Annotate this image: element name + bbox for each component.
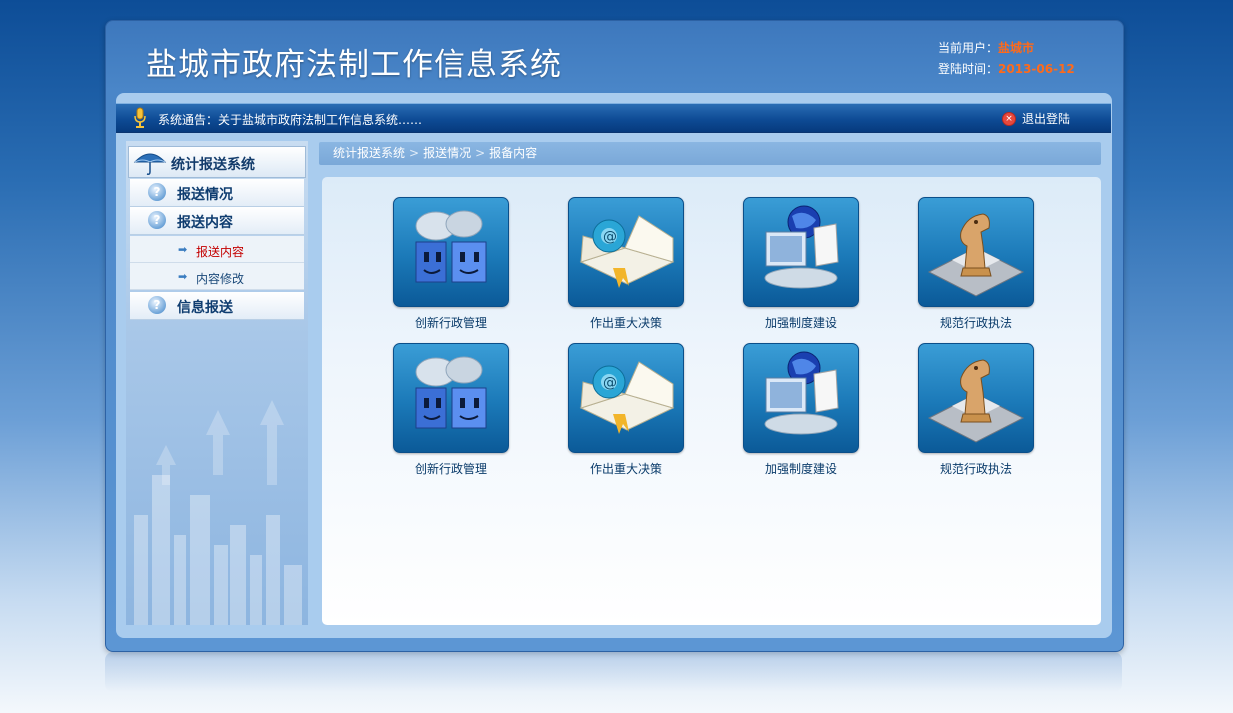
sidebar-subitem-content-edit[interactable]: ➡ 内容修改	[130, 263, 304, 290]
close-icon: ×	[1002, 111, 1016, 126]
faces-icon	[393, 197, 509, 307]
notice-bar: 系统通告：关于盐城市政府法制工作信息系统…… × 退出登陆	[116, 103, 1111, 133]
arrow-right-icon: ➡	[178, 270, 188, 283]
svg-text:@: @	[603, 229, 617, 245]
breadcrumb-item[interactable]: 统计报送系统	[333, 146, 405, 160]
sidebar-subitem-report-content[interactable]: ➡ 报送内容	[130, 236, 304, 263]
sidebar-item-label: 信息报送	[177, 300, 233, 316]
book-icon: @	[568, 197, 684, 307]
tile-label: 作出重大决策	[589, 316, 662, 330]
tile-regulate-enforcement[interactable]: 规范行政执法	[918, 343, 1034, 477]
frame-reflection	[105, 652, 1122, 692]
login-time-value: 2013-06-12	[998, 62, 1075, 76]
help-icon: ?	[148, 183, 166, 201]
tile-regulate-enforcement[interactable]: 规范行政执法	[918, 197, 1034, 331]
user-info: 当前用户：盐城市 登陆时间：2013-06-12	[938, 38, 1075, 80]
tile-label: 创新行政管理	[414, 462, 487, 476]
breadcrumb-item[interactable]: 报送情况	[423, 146, 471, 160]
sidebar: 统计报送系统 ? 报送情况 ? 报送内容 ➡ 报送内容 ➡ 内容修改 ? 信息报…	[126, 141, 308, 625]
help-icon: ?	[148, 211, 166, 229]
book-icon: @	[568, 343, 684, 453]
sidebar-item-info-report[interactable]: ? 信息报送	[130, 292, 304, 320]
notice-text[interactable]: 系统通告：关于盐城市政府法制工作信息系统……	[158, 111, 422, 128]
umbrella-icon	[133, 153, 167, 175]
tile-label: 作出重大决策	[589, 462, 662, 476]
system-title: 盐城市政府法制工作信息系统	[146, 47, 562, 83]
content-area: 创新行政管理 @ 作出重大决策 加强制度建设 规范行政执法 创新行政管理 @ 作…	[322, 177, 1101, 625]
tile-innovate-admin[interactable]: 创新行政管理	[393, 343, 509, 477]
sidebar-item-report-content[interactable]: ? 报送内容	[130, 207, 304, 235]
arrow-right-icon: ➡	[178, 243, 188, 256]
faces-icon	[393, 343, 509, 453]
inner-panel: 系统通告：关于盐城市政府法制工作信息系统…… × 退出登陆 统计报送系统 ? 报…	[116, 93, 1112, 638]
help-icon: ?	[148, 296, 166, 314]
tile-major-decision[interactable]: @ 作出重大决策	[568, 343, 684, 477]
globe-folder-icon	[743, 343, 859, 453]
sidebar-subitem-label: 内容修改	[196, 272, 245, 286]
city-skyline-image	[134, 400, 302, 625]
breadcrumb-separator: >	[475, 146, 486, 160]
breadcrumb: 统计报送系统 > 报送情况 > 报备内容	[319, 142, 1101, 165]
current-user-value: 盐城市	[998, 41, 1035, 55]
sidebar-item-label: 报送内容	[177, 215, 233, 231]
tile-label: 创新行政管理	[414, 316, 487, 330]
notice-label: 系统通告：	[158, 113, 219, 127]
notice-content: 关于盐城市政府法制工作信息系统……	[218, 113, 423, 127]
microphone-icon	[134, 107, 146, 128]
sidebar-subitem-label: 报送内容	[196, 245, 245, 259]
tile-label: 加强制度建设	[764, 316, 837, 330]
chess-knight-icon	[918, 343, 1034, 453]
breadcrumb-separator: >	[409, 146, 420, 160]
logout-button[interactable]: × 退出登陆	[1002, 110, 1070, 127]
globe-folder-icon	[743, 197, 859, 307]
tile-major-decision[interactable]: @ 作出重大决策	[568, 197, 684, 331]
breadcrumb-item-current: 报备内容	[489, 146, 538, 160]
tile-label: 规范行政执法	[939, 462, 1012, 476]
tile-strengthen-system[interactable]: 加强制度建设	[743, 197, 859, 331]
svg-text:@: @	[603, 375, 617, 391]
main-frame: 盐城市政府法制工作信息系统 当前用户：盐城市 登陆时间：2013-06-12 系…	[105, 20, 1124, 652]
chess-knight-icon	[918, 197, 1034, 307]
logout-label: 退出登陆	[1022, 112, 1071, 126]
current-user-label: 当前用户：	[938, 41, 999, 55]
tile-innovate-admin[interactable]: 创新行政管理	[393, 197, 509, 331]
sidebar-item-label: 报送情况	[177, 187, 233, 203]
sidebar-header: 统计报送系统	[128, 146, 306, 178]
tile-strengthen-system[interactable]: 加强制度建设	[743, 343, 859, 477]
sidebar-item-report-status[interactable]: ? 报送情况	[130, 179, 304, 207]
tile-label: 规范行政执法	[939, 316, 1012, 330]
sidebar-title: 统计报送系统	[171, 157, 255, 173]
tile-label: 加强制度建设	[764, 462, 837, 476]
login-time-label: 登陆时间：	[938, 62, 999, 76]
